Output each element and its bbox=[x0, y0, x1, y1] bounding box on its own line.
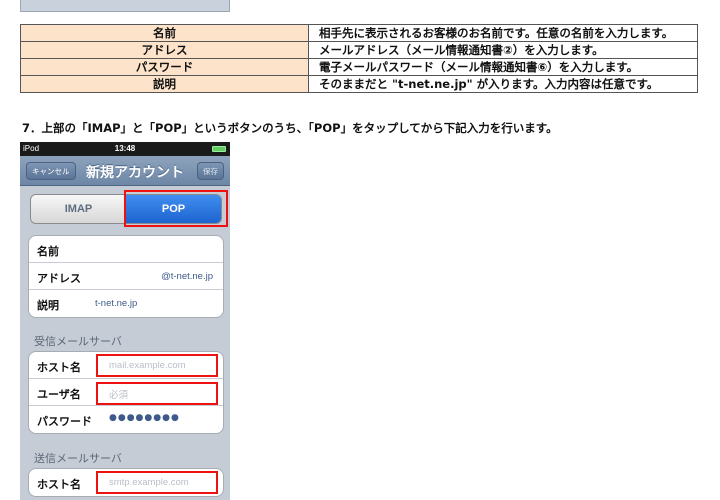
status-time: 13:48 bbox=[114, 144, 136, 153]
outgoing-host-label: ホスト名 bbox=[37, 478, 81, 491]
cancel-button[interactable]: キャンセル bbox=[26, 162, 76, 180]
field-description-table: 名前 相手先に表示されるお客様のお名前です。任意の名前を入力します。 アドレス … bbox=[20, 24, 698, 93]
name-row[interactable]: 名前 bbox=[29, 236, 223, 263]
table-value: メールアドレス（メール情報通知書②）を入力します。 bbox=[308, 41, 698, 59]
smtp-highlight-box bbox=[96, 471, 218, 494]
description-row[interactable]: 説明 t-net.ne.jp bbox=[29, 290, 223, 317]
previous-screenshot-edge bbox=[20, 0, 230, 12]
table-key: アドレス bbox=[20, 41, 309, 59]
table-row: パスワード 電子メールパスワード（メール情報通知書⑥）を入力します。 bbox=[20, 58, 698, 76]
table-key: パスワード bbox=[20, 58, 309, 76]
incoming-server-header: 受信メールサーバ bbox=[34, 335, 122, 348]
nav-bar: キャンセル 新規アカウント 保存 bbox=[20, 156, 230, 186]
outgoing-server-header: 送信メールサーバ bbox=[34, 452, 122, 465]
battery-icon bbox=[212, 146, 226, 152]
pop-highlight-box bbox=[124, 190, 228, 227]
password-row[interactable]: パスワード ●●●●●●●● bbox=[29, 406, 223, 433]
description-label: 説明 bbox=[37, 299, 59, 312]
account-info-group: 名前 アドレス @t-net.ne.jp 説明 t-net.ne.jp bbox=[28, 235, 224, 318]
address-label: アドレス bbox=[37, 272, 81, 285]
step-instruction: 7．上部の「IMAP」と「POP」というボタンのうち、「POP」をタップしてから… bbox=[22, 121, 558, 135]
status-bar: iPod 13:48 bbox=[20, 142, 230, 156]
password-input[interactable]: ●●●●●●●● bbox=[109, 413, 180, 423]
save-button[interactable]: 保存 bbox=[197, 162, 224, 180]
user-highlight-box bbox=[96, 382, 218, 405]
phone-screenshot: iPod 13:48 キャンセル 新規アカウント 保存 IMAP POP 名前 … bbox=[20, 142, 230, 500]
host-highlight-box bbox=[96, 354, 218, 377]
address-value: @t-net.ne.jp bbox=[161, 271, 213, 282]
incoming-host-label: ホスト名 bbox=[37, 361, 81, 374]
table-key: 説明 bbox=[20, 75, 309, 93]
table-key: 名前 bbox=[20, 24, 309, 42]
imap-segment[interactable]: IMAP bbox=[31, 195, 126, 223]
table-value: 相手先に表示されるお客様のお名前です。任意の名前を入力します。 bbox=[308, 24, 698, 42]
table-value: そのままだと "t-net.ne.jp" が入ります。入力内容は任意です。 bbox=[308, 75, 698, 93]
user-label: ユーザ名 bbox=[37, 388, 81, 401]
description-value: t-net.ne.jp bbox=[95, 298, 138, 309]
table-row: アドレス メールアドレス（メール情報通知書②）を入力します。 bbox=[20, 41, 698, 59]
address-row[interactable]: アドレス @t-net.ne.jp bbox=[29, 263, 223, 290]
table-row: 名前 相手先に表示されるお客様のお名前です。任意の名前を入力します。 bbox=[20, 24, 698, 42]
password-label: パスワード bbox=[37, 415, 92, 428]
nav-title: 新規アカウント bbox=[86, 165, 184, 181]
name-label: 名前 bbox=[37, 245, 59, 258]
table-value: 電子メールパスワード（メール情報通知書⑥）を入力します。 bbox=[308, 58, 698, 76]
table-row: 説明 そのままだと "t-net.ne.jp" が入ります。入力内容は任意です。 bbox=[20, 75, 698, 93]
